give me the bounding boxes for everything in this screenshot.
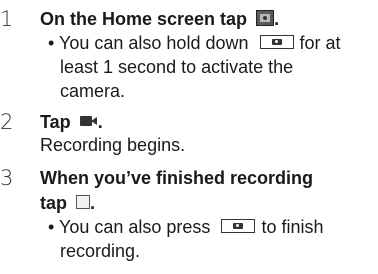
bullet-text-line2: recording.	[60, 241, 141, 261]
step-title-line2: tap .	[40, 190, 95, 216]
step-number: 1	[0, 7, 14, 31]
step-title: Tap .	[40, 109, 103, 135]
camera-app-icon	[256, 10, 275, 27]
bullet-text: You can also hold down	[59, 33, 249, 53]
step-title: On the Home screen tap .	[40, 6, 279, 32]
step-title-text: On the Home screen tap	[40, 9, 248, 29]
bullet-symbol: •	[48, 33, 55, 53]
bullet-text: You can also press	[59, 217, 211, 237]
step-title-period: .	[90, 193, 96, 213]
bullet-text-line2: least 1 second to activate the	[60, 57, 294, 77]
bullet-symbol: •	[48, 217, 55, 237]
bullet-text-suffix: to finish	[261, 217, 324, 237]
step-number: 3	[0, 166, 14, 190]
bullet-text-suffix: for at	[299, 33, 341, 53]
step-title-text: Tap	[40, 112, 71, 132]
camera-key-icon	[221, 219, 256, 234]
step-title-period: .	[274, 9, 280, 29]
step-title-text: tap	[40, 193, 67, 213]
bullet-continuation: recording.	[60, 239, 140, 263]
bullet-line: • You can also press to finish	[48, 215, 324, 239]
step-number: 2	[0, 110, 14, 134]
step-title-period: .	[97, 112, 103, 132]
video-record-icon	[79, 115, 98, 127]
step-body: Recording begins.	[40, 135, 186, 155]
camera-key-icon	[259, 35, 294, 50]
bullet-line: • You can also hold down for at	[48, 31, 341, 55]
bullet-continuation: camera.	[60, 79, 125, 103]
step-title-line1: When you’ve finished recording	[40, 168, 314, 188]
bullet-continuation: least 1 second to activate the	[60, 55, 293, 79]
bullet-text-line3: camera.	[60, 81, 126, 101]
stop-icon	[76, 195, 91, 210]
